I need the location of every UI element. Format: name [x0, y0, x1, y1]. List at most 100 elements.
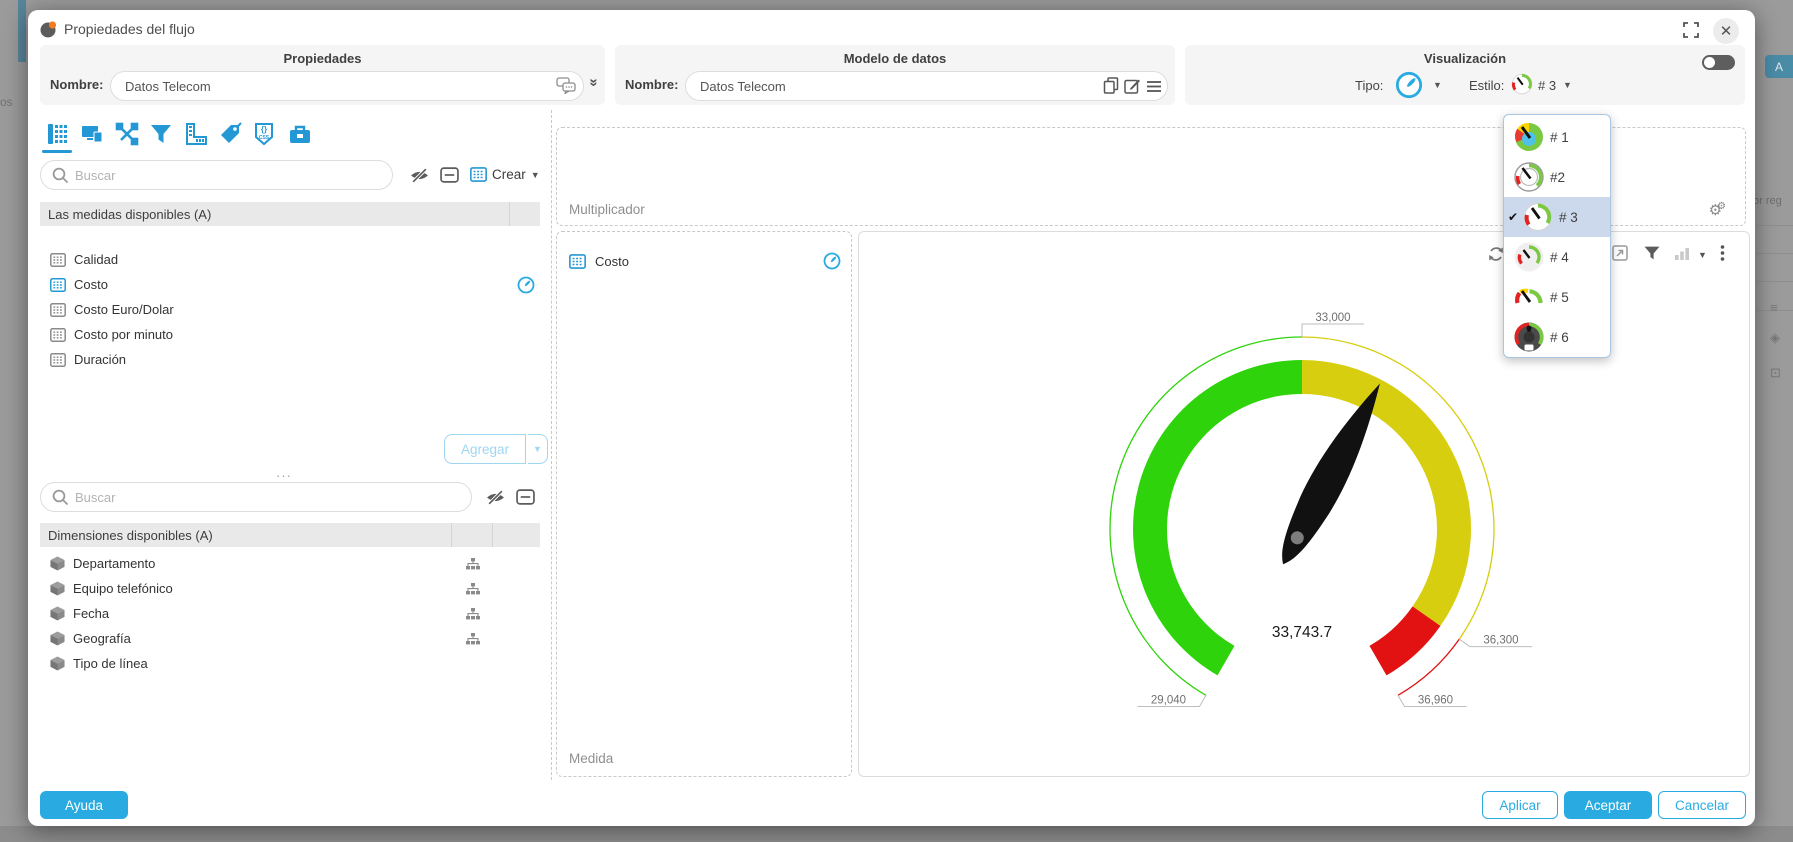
copy-icon[interactable] — [1103, 77, 1119, 94]
search-measures-input[interactable] — [40, 160, 393, 190]
ayuda-button[interactable]: Ayuda — [40, 791, 128, 819]
close-icon[interactable]: ✕ — [1713, 18, 1739, 44]
hierarchy-icon[interactable] — [466, 558, 480, 570]
hide-empty-icon[interactable] — [486, 490, 505, 505]
tab-css-icon[interactable]: {} CSS — [252, 122, 276, 146]
style-option-4[interactable]: # 4 — [1504, 237, 1610, 277]
style-6-gauge-icon — [1513, 321, 1545, 353]
cancelar-button[interactable]: Cancelar — [1658, 791, 1746, 819]
multiplicador-label: Multiplicador — [569, 202, 645, 217]
panel-modelo-header: Modelo de datos — [615, 51, 1175, 66]
tab-filter-icon[interactable] — [149, 122, 173, 146]
panel-propiedades: Propiedades Nombre: » — [40, 45, 605, 105]
style-5-gauge-icon — [1513, 281, 1545, 313]
tab-ruler-icon[interactable] — [184, 122, 208, 146]
style-option-1[interactable]: # 1 — [1504, 117, 1610, 157]
name-label: Nombre: — [50, 77, 103, 92]
crear-measure-icon — [470, 167, 487, 182]
translate-icon[interactable] — [556, 77, 576, 94]
model-name-input[interactable] — [685, 71, 1168, 101]
gears-icon[interactable]: ⚙⚙ — [1709, 201, 1731, 219]
dimension-row-geografia[interactable]: Geografía — [40, 626, 540, 651]
agregar-button[interactable]: Agregar — [444, 434, 526, 464]
background-menu-icon: ≡ — [1770, 300, 1778, 315]
tab-tag-icon[interactable] — [218, 122, 242, 146]
measure-row-duracion[interactable]: Duración — [40, 347, 540, 372]
background-divider — [1757, 225, 1793, 226]
style-option-5[interactable]: # 5 — [1504, 277, 1610, 317]
dimension-cube-icon — [50, 656, 65, 671]
fullscreen-icon[interactable] — [1683, 22, 1699, 38]
dimension-row-equipo[interactable]: Equipo telefónico — [40, 576, 540, 601]
estilo-value[interactable]: # 3 — [1538, 78, 1556, 93]
dialog-title: Propiedades del flujo — [64, 21, 195, 37]
measure-row-costo-minuto[interactable]: Costo por minuto — [40, 322, 540, 347]
measure-chip-label: Costo — [595, 254, 629, 269]
background-divider — [1757, 253, 1793, 254]
hamburger-icon[interactable] — [1146, 80, 1162, 93]
panel-visualizacion-header: Visualización — [1185, 51, 1745, 66]
search-dimensions-input[interactable] — [40, 482, 472, 512]
measure-icon — [569, 254, 586, 269]
tipo-caret-icon[interactable]: ▼ — [1433, 80, 1442, 90]
collapse-card-icon[interactable] — [516, 489, 535, 505]
crear-button[interactable]: Crear ▼ — [470, 167, 540, 182]
estilo-caret-icon[interactable]: ▼ — [1563, 80, 1572, 90]
flow-name-input[interactable] — [110, 71, 584, 101]
measure-icon-selected — [50, 278, 66, 292]
style-option-6[interactable]: # 6 — [1504, 317, 1610, 357]
panel-visualizacion: Visualización Tipo: ▼ Estilo: # 3 ▼ — [1185, 45, 1745, 105]
crear-caret-icon: ▼ — [531, 170, 540, 180]
dimensions-header: Dimensiones disponibles (A) — [40, 523, 540, 547]
measure-icon — [50, 253, 66, 267]
edit-icon[interactable] — [1124, 77, 1141, 94]
tab-toolbox-icon[interactable] — [288, 122, 312, 146]
tipo-label: Tipo: — [1355, 78, 1383, 93]
gauge-chart-panel: ▼ 29,04033,00036,30036,96033,743.7 — [858, 231, 1750, 777]
svg-text:33,743.7: 33,743.7 — [1272, 624, 1332, 641]
check-icon: ✔ — [1504, 210, 1522, 224]
style-option-2[interactable]: #2 — [1504, 157, 1610, 197]
measure-icon — [50, 303, 66, 317]
sidebar: {} CSS Crear ▼ Las medidas disponibles (… — [28, 110, 552, 780]
aceptar-button[interactable]: Aceptar — [1564, 791, 1652, 819]
agregar-caret-icon[interactable]: ▼ — [528, 434, 548, 464]
measure-row-costo-euro[interactable]: Costo Euro/Dolar — [40, 297, 540, 322]
current-style-icon[interactable] — [1510, 72, 1534, 96]
svg-text:CSS: CSS — [259, 135, 270, 141]
chip-gauge-icon — [823, 252, 841, 270]
tab-fields-icon[interactable] — [46, 122, 70, 146]
hierarchy-icon[interactable] — [466, 633, 480, 645]
medida-label: Medida — [569, 751, 613, 766]
dialog-titlebar: Propiedades del flujo ✕ — [28, 10, 1755, 50]
measure-row-calidad[interactable]: Calidad — [40, 247, 540, 272]
measure-icon — [50, 328, 66, 342]
dimension-row-departamento[interactable]: Departamento — [40, 551, 540, 576]
expand-more-icon[interactable]: » — [586, 78, 603, 86]
tab-links-icon[interactable] — [115, 122, 139, 146]
dimension-cube-icon — [50, 631, 65, 646]
flow-icon — [40, 21, 57, 38]
tab-screens-icon[interactable] — [80, 122, 104, 146]
style-3-gauge-icon — [1522, 201, 1554, 233]
measure-row-costo[interactable]: Costo — [40, 272, 540, 297]
background-report-icon: ⊡ — [1770, 365, 1781, 381]
background-text-left: os — [0, 95, 13, 109]
hierarchy-icon[interactable] — [466, 583, 480, 595]
dimension-row-fecha[interactable]: Fecha — [40, 601, 540, 626]
collapse-card-icon[interactable] — [440, 167, 459, 183]
background-accent-bar — [18, 0, 26, 62]
style-option-3-selected[interactable]: ✔ # 3 — [1504, 197, 1610, 237]
visualization-toggle[interactable] — [1702, 55, 1735, 70]
medida-dropzone[interactable]: Costo Medida — [556, 231, 852, 777]
measure-chip-costo[interactable]: Costo — [569, 252, 841, 270]
hide-empty-icon[interactable] — [410, 168, 429, 183]
aplicar-button[interactable]: Aplicar — [1482, 791, 1558, 819]
measures-header: Las medidas disponibles (A) — [40, 202, 540, 226]
dimension-cube-icon — [50, 581, 65, 596]
dimension-row-tipo-linea[interactable]: Tipo de línea — [40, 651, 540, 676]
svg-text:36,300: 36,300 — [1483, 635, 1518, 647]
hierarchy-icon[interactable] — [466, 608, 480, 620]
chart-type-gauge-icon[interactable] — [1395, 71, 1423, 99]
splitter-grip[interactable]: ··· — [276, 468, 292, 483]
